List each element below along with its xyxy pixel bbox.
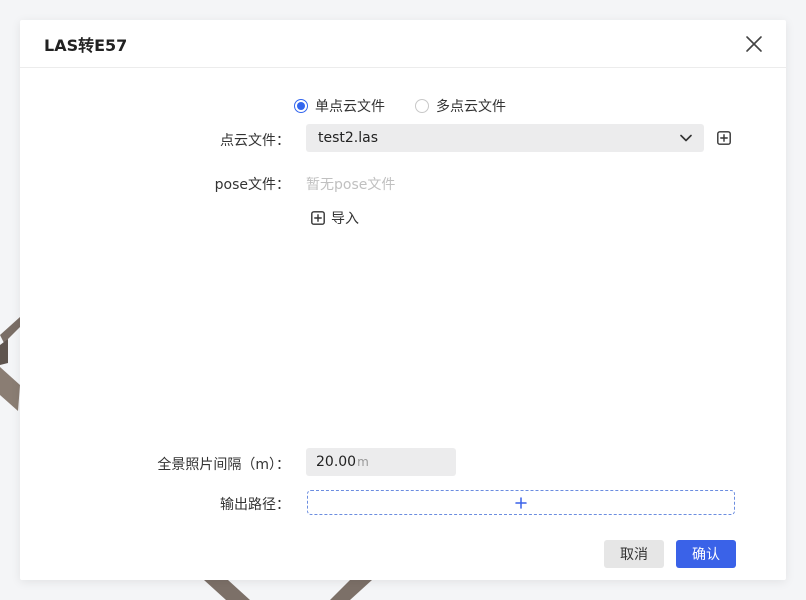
interval-input[interactable]: 20.00 m (306, 448, 456, 476)
confirm-button[interactable]: 确认 (676, 540, 736, 568)
dialog-title: LAS转E57 (44, 35, 128, 55)
plus-icon (515, 496, 527, 509)
close-icon (746, 35, 762, 52)
add-square-icon (311, 211, 325, 225)
file-mode-radio-group: 单点云文件 多点云文件 (294, 96, 506, 116)
las-to-e57-dialog: LAS转E57 单点云文件 多点云文件 点云文件： test2.las pose… (20, 20, 786, 580)
pointcloud-file-label: 点云文件： (220, 133, 290, 149)
pointcloud-file-value: test2.las (318, 130, 379, 146)
background-pointcloud-bottom (204, 580, 372, 600)
radio-single-pointcloud[interactable]: 单点云文件 (294, 96, 385, 116)
pose-empty-text: 暂无pose文件 (306, 177, 396, 193)
import-pose-button[interactable]: 导入 (311, 208, 359, 228)
output-path-label: 输出路径： (220, 497, 290, 513)
output-path-picker[interactable] (307, 490, 735, 515)
pointcloud-file-select[interactable]: test2.las (306, 124, 704, 152)
interval-label: 全景照片间隔（m）： (157, 457, 290, 473)
background-pointcloud-left (0, 317, 22, 411)
pose-file-label: pose文件： (214, 177, 290, 193)
radio-checked-icon (294, 99, 308, 113)
interval-value: 20.00 (316, 454, 357, 470)
dialog-header: LAS转E57 (20, 20, 786, 68)
interval-unit: m (357, 455, 369, 469)
radio-multi-pointcloud[interactable]: 多点云文件 (415, 96, 506, 116)
chevron-down-icon (680, 134, 692, 142)
radio-unchecked-icon (415, 99, 429, 113)
radio-multi-label: 多点云文件 (436, 99, 506, 115)
add-pointcloud-icon[interactable] (717, 131, 731, 145)
close-button[interactable] (742, 32, 766, 56)
radio-single-label: 单点云文件 (315, 99, 385, 115)
import-label: 导入 (331, 211, 359, 227)
cancel-button[interactable]: 取消 (604, 540, 664, 568)
